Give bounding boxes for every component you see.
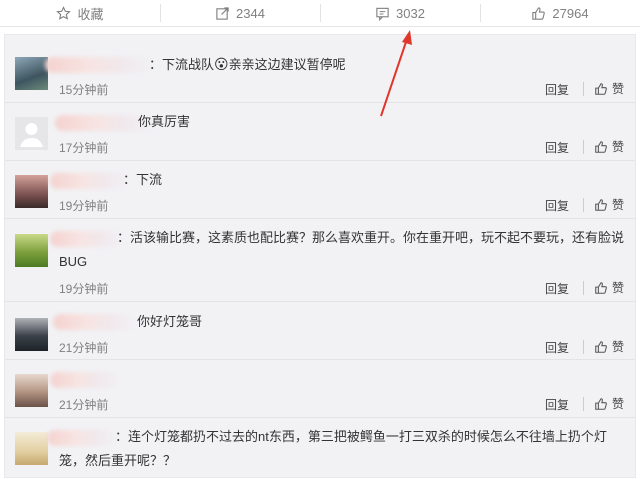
like-count: 27964 xyxy=(552,5,589,21)
thumbs-up-icon xyxy=(532,6,546,20)
like-button[interactable]: 27964 xyxy=(480,0,640,26)
avatar[interactable] xyxy=(15,432,48,465)
share-count: 2344 xyxy=(236,5,265,21)
comment-time: 19分钟前 xyxy=(59,199,109,213)
comment-text: ：下流 xyxy=(123,172,163,187)
avatar[interactable] xyxy=(15,117,48,150)
comment-button[interactable]: 3032 xyxy=(320,0,480,26)
thumbs-up-icon xyxy=(595,397,607,410)
thumbs-up-icon xyxy=(595,198,607,211)
list-item: ：连个灯笼都扔不过去的nt东西，第三把被鳄鱼一打三双杀的时候怎么不往墙上扔个灯 … xyxy=(5,418,635,479)
avatar[interactable] xyxy=(15,57,48,90)
thumbs-up-icon xyxy=(595,281,607,294)
like-comment-button[interactable]: 赞 xyxy=(594,338,624,355)
share-button[interactable]: 2344 xyxy=(160,0,320,26)
thumbs-up-icon xyxy=(595,140,607,153)
comment-text: ：活该输比赛，这素质也配比赛？那么喜欢重开。你在重开吧，玩不起不要玩，还有脸说 xyxy=(117,230,625,245)
like-comment-button[interactable]: 赞 xyxy=(594,80,624,97)
default-user-icon xyxy=(20,123,43,147)
list-item: ：活该输比赛，这素质也配比赛？那么喜欢重开。你在重开吧，玩不起不要玩，还有脸说 … xyxy=(5,219,635,302)
divider xyxy=(583,82,584,96)
list-item: 你好灯笼哥 21分钟前 回复 赞 xyxy=(5,302,635,360)
reply-button[interactable]: 回复 xyxy=(545,139,569,156)
reply-button[interactable]: 回复 xyxy=(545,197,569,214)
comment-count: 3032 xyxy=(396,5,425,21)
divider xyxy=(583,340,584,354)
comment-icon xyxy=(376,7,389,21)
like-comment-button[interactable]: 赞 xyxy=(594,395,624,412)
comment-text: 你真厉害 xyxy=(138,114,191,129)
username[interactable] xyxy=(50,173,130,189)
username[interactable] xyxy=(53,314,138,330)
comment-text-continued: BUG xyxy=(59,254,88,269)
comment-text: ：连个灯笼都扔不过去的nt东西，第三把被鳄鱼一打三双杀的时候怎么不往墙上扔个灯 xyxy=(115,429,607,444)
list-item: ：下流战队😮亲亲这边建议暂停呢 15分钟前 回复 赞 xyxy=(5,35,635,103)
avatar[interactable] xyxy=(15,175,48,208)
list-item: ：下流 19分钟前 回复 赞 xyxy=(5,161,635,219)
comment-time: 21分钟前 xyxy=(59,341,109,355)
username[interactable] xyxy=(47,430,117,446)
like-comment-button[interactable]: 赞 xyxy=(594,138,624,155)
divider xyxy=(583,140,584,154)
thumbs-up-icon xyxy=(595,340,607,353)
avatar[interactable] xyxy=(15,318,48,351)
comment-time: 17分钟前 xyxy=(59,141,109,155)
divider xyxy=(583,198,584,212)
favorite-label: 收藏 xyxy=(77,6,104,22)
username[interactable] xyxy=(45,57,155,73)
comment-time: 21分钟前 xyxy=(59,398,109,412)
reply-button[interactable]: 回复 xyxy=(545,280,569,297)
username[interactable] xyxy=(50,372,120,388)
username[interactable] xyxy=(50,231,125,247)
thumbs-up-icon xyxy=(595,82,607,95)
share-icon xyxy=(216,6,229,20)
reply-button[interactable]: 回复 xyxy=(545,396,569,413)
reply-button[interactable]: 回复 xyxy=(545,81,569,98)
reply-button[interactable]: 回复 xyxy=(545,339,569,356)
surprised-emoji-icon: 😮 xyxy=(214,56,229,72)
list-item: 21分钟前 回复 赞 xyxy=(5,360,635,418)
comment-text: ：下流战队😮亲亲这边建议暂停呢 xyxy=(149,56,346,72)
comment-text: 你好灯笼哥 xyxy=(137,314,203,329)
comment-text-continued: 笼，然后重开呢？？ xyxy=(59,453,177,468)
comment-time: 19分钟前 xyxy=(59,282,109,296)
avatar[interactable] xyxy=(15,234,48,267)
divider xyxy=(583,281,584,295)
divider xyxy=(583,397,584,411)
list-item: 你真厉害 17分钟前 回复 赞 xyxy=(5,103,635,161)
like-comment-button[interactable]: 赞 xyxy=(594,196,624,213)
like-comment-button[interactable]: 赞 xyxy=(594,279,624,296)
comment-time: 15分钟前 xyxy=(59,83,109,97)
avatar[interactable] xyxy=(15,374,48,407)
favorite-button[interactable]: 收藏 xyxy=(0,0,160,26)
star-icon xyxy=(56,5,72,20)
comment-list: ：下流战队😮亲亲这边建议暂停呢 15分钟前 回复 赞 你真厉害 17分钟前 回复… xyxy=(4,34,636,478)
action-bar: 收藏 2344 3032 27964 xyxy=(0,0,640,27)
